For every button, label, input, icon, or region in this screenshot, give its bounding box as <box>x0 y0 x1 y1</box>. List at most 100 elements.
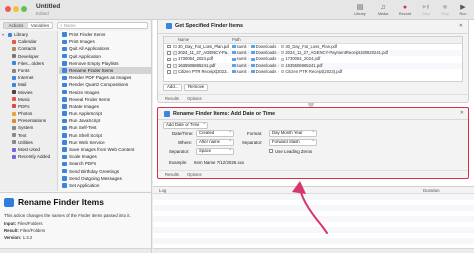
remove-button[interactable]: Remove <box>184 84 209 91</box>
file-path: sumit › Downloads › Citizen PTR Receipt(2023… <box>232 69 462 75</box>
minimize-window-button[interactable] <box>13 6 19 12</box>
options-tab[interactable]: Options <box>187 172 201 177</box>
results-tab[interactable]: Results <box>165 96 179 101</box>
disclosure-icon[interactable]: ▾ <box>2 31 4 38</box>
record-button[interactable]: ● Record <box>395 3 415 19</box>
action-list-item[interactable]: Rename Finder Items <box>59 66 151 75</box>
row-checkbox[interactable] <box>167 70 171 75</box>
library-category[interactable]: Internet <box>0 74 57 81</box>
action-list-item[interactable]: Render Quartz Compositions <box>59 81 151 88</box>
library-category[interactable]: System <box>0 124 57 131</box>
variables-tab[interactable]: Variables <box>28 23 52 28</box>
library-category[interactable]: ▾ Library <box>0 31 57 38</box>
table-row[interactable]: Citizen PTR Receipt(2023... sumit › Downloa… <box>164 69 462 76</box>
library-category[interactable]: Fonts <box>0 67 57 74</box>
close-window-button[interactable] <box>5 6 11 12</box>
library-category[interactable]: Developer <box>0 53 57 60</box>
library-category[interactable]: Presentations <box>0 117 57 124</box>
row-checkbox[interactable] <box>167 51 171 55</box>
search-input[interactable]: ⌕ Name <box>57 22 148 29</box>
library-button[interactable]: ▤ Library <box>350 3 370 19</box>
library-category[interactable]: Mail <box>0 81 57 88</box>
format-select[interactable]: Day Month Year <box>269 130 317 137</box>
workflow-area: Get Specified Finder Items ✕ Name Path 3… <box>153 20 474 186</box>
action-list-item[interactable]: Search PDFs <box>59 160 151 167</box>
action-list-item[interactable]: Run Self-Test <box>59 124 151 131</box>
row-checkbox[interactable] <box>167 44 171 49</box>
category-label: Presentations <box>18 118 47 124</box>
action-list-item[interactable]: Print Images <box>59 38 151 45</box>
finder-icon <box>164 110 170 117</box>
library-category[interactable]: Music <box>0 96 57 103</box>
leading-zeros-checkbox[interactable] <box>269 149 273 153</box>
action-list-item[interactable]: Remove Empty Playlists <box>59 60 151 67</box>
library-category[interactable]: Calendar <box>0 38 57 45</box>
category-icon <box>12 46 16 51</box>
row-checkbox[interactable] <box>167 57 171 62</box>
separator2-select[interactable]: Forward Slash <box>269 139 317 146</box>
separator-select[interactable]: Space <box>196 148 234 155</box>
action-list-item[interactable]: Quit Application <box>59 53 151 60</box>
action-list-item[interactable]: Render PDF Pages as Images <box>59 74 151 81</box>
row-checkbox[interactable] <box>167 64 171 68</box>
category-icon <box>12 68 16 73</box>
library-category[interactable]: Files...olders <box>0 60 57 67</box>
library-category[interactable]: Text <box>0 132 57 139</box>
action-list-item[interactable]: Rotate Images <box>59 103 151 110</box>
actions-tab[interactable]: Actions <box>4 23 28 28</box>
library-category[interactable]: Most Used <box>0 146 57 153</box>
library-category[interactable]: Recently Added <box>0 153 57 160</box>
log-column[interactable]: Log <box>159 187 166 194</box>
description-toolbar <box>0 248 151 253</box>
action-icon <box>62 53 67 59</box>
action-list-item[interactable]: Run Web Service <box>59 139 151 146</box>
media-button[interactable]: ♫ Media <box>373 3 393 19</box>
action-label: Render PDF Pages as Images <box>69 75 132 81</box>
action-list-item[interactable]: Run Shell Script <box>59 132 151 139</box>
action-list-item[interactable]: Scale Images <box>59 153 151 160</box>
action-list-item[interactable]: Set Application <box>59 182 151 189</box>
action-description: Rename Finder Items This action changes … <box>0 192 151 253</box>
library-category[interactable]: Utilities <box>0 139 57 146</box>
mode-select[interactable]: Add Date or Time <box>163 122 208 129</box>
action-footer: Results Options <box>158 170 468 178</box>
options-tab[interactable]: Options <box>187 96 201 101</box>
library-category[interactable]: Photos <box>0 110 57 117</box>
run-button[interactable]: ▶ Run <box>453 3 473 19</box>
description-result: Result: Files/Folders <box>4 228 46 233</box>
duration-column[interactable]: Duration <box>423 187 440 194</box>
action-title: Rename Finder Items: Add Date or Time <box>173 110 276 117</box>
step-button[interactable]: ▶▮ Step <box>416 3 436 19</box>
library-category[interactable]: Contacts <box>0 45 57 52</box>
date-time-select[interactable]: Created <box>196 130 234 137</box>
close-action-icon[interactable]: ✕ <box>459 23 463 29</box>
action-label: Run Web Service <box>69 139 105 145</box>
add-button[interactable]: Add... <box>163 84 183 91</box>
get-specified-finder-items-action[interactable]: Get Specified Finder Items ✕ Name Path 3… <box>157 20 469 103</box>
action-list-item[interactable]: Send Outgoing Messages <box>59 175 151 182</box>
category-icon <box>12 111 16 116</box>
action-icon <box>62 154 67 160</box>
where-select[interactable]: After name <box>196 139 234 146</box>
path-segment: sumit › <box>232 69 251 75</box>
rename-finder-items-action[interactable]: Rename Finder Items: Add Date or Time ✕ … <box>157 107 469 179</box>
library-category[interactable]: Movies <box>0 89 57 96</box>
action-list-item[interactable]: Print Finder Items <box>59 31 151 38</box>
action-list-item[interactable]: Quit All Applications <box>59 45 151 52</box>
library-category[interactable]: PDFs <box>0 103 57 110</box>
category-icon <box>12 126 16 131</box>
action-list-item[interactable]: Run JavaScript <box>59 117 151 124</box>
action-list-item[interactable]: Reveal Finder Items <box>59 96 151 103</box>
action-list-item[interactable]: Send Birthday Greetings <box>59 168 151 175</box>
action-list-item[interactable]: Resize Images <box>59 89 151 96</box>
action-list-item[interactable]: Save Images from Web Content <box>59 146 151 153</box>
results-tab[interactable]: Results <box>165 172 179 177</box>
stop-button[interactable]: ■ Stop <box>435 3 455 19</box>
close-action-icon[interactable]: ✕ <box>460 110 464 116</box>
action-list-item[interactable]: Run AppleScript <box>59 110 151 117</box>
action-icon <box>62 118 67 124</box>
finder-items-table[interactable]: Name Path 30_Day_Fat_Loss_Plan.pdf sumit ›… <box>163 36 463 82</box>
action-label: Save Images from Web Content <box>69 147 135 152</box>
action-icon <box>62 68 67 73</box>
zoom-window-button[interactable] <box>21 6 27 12</box>
